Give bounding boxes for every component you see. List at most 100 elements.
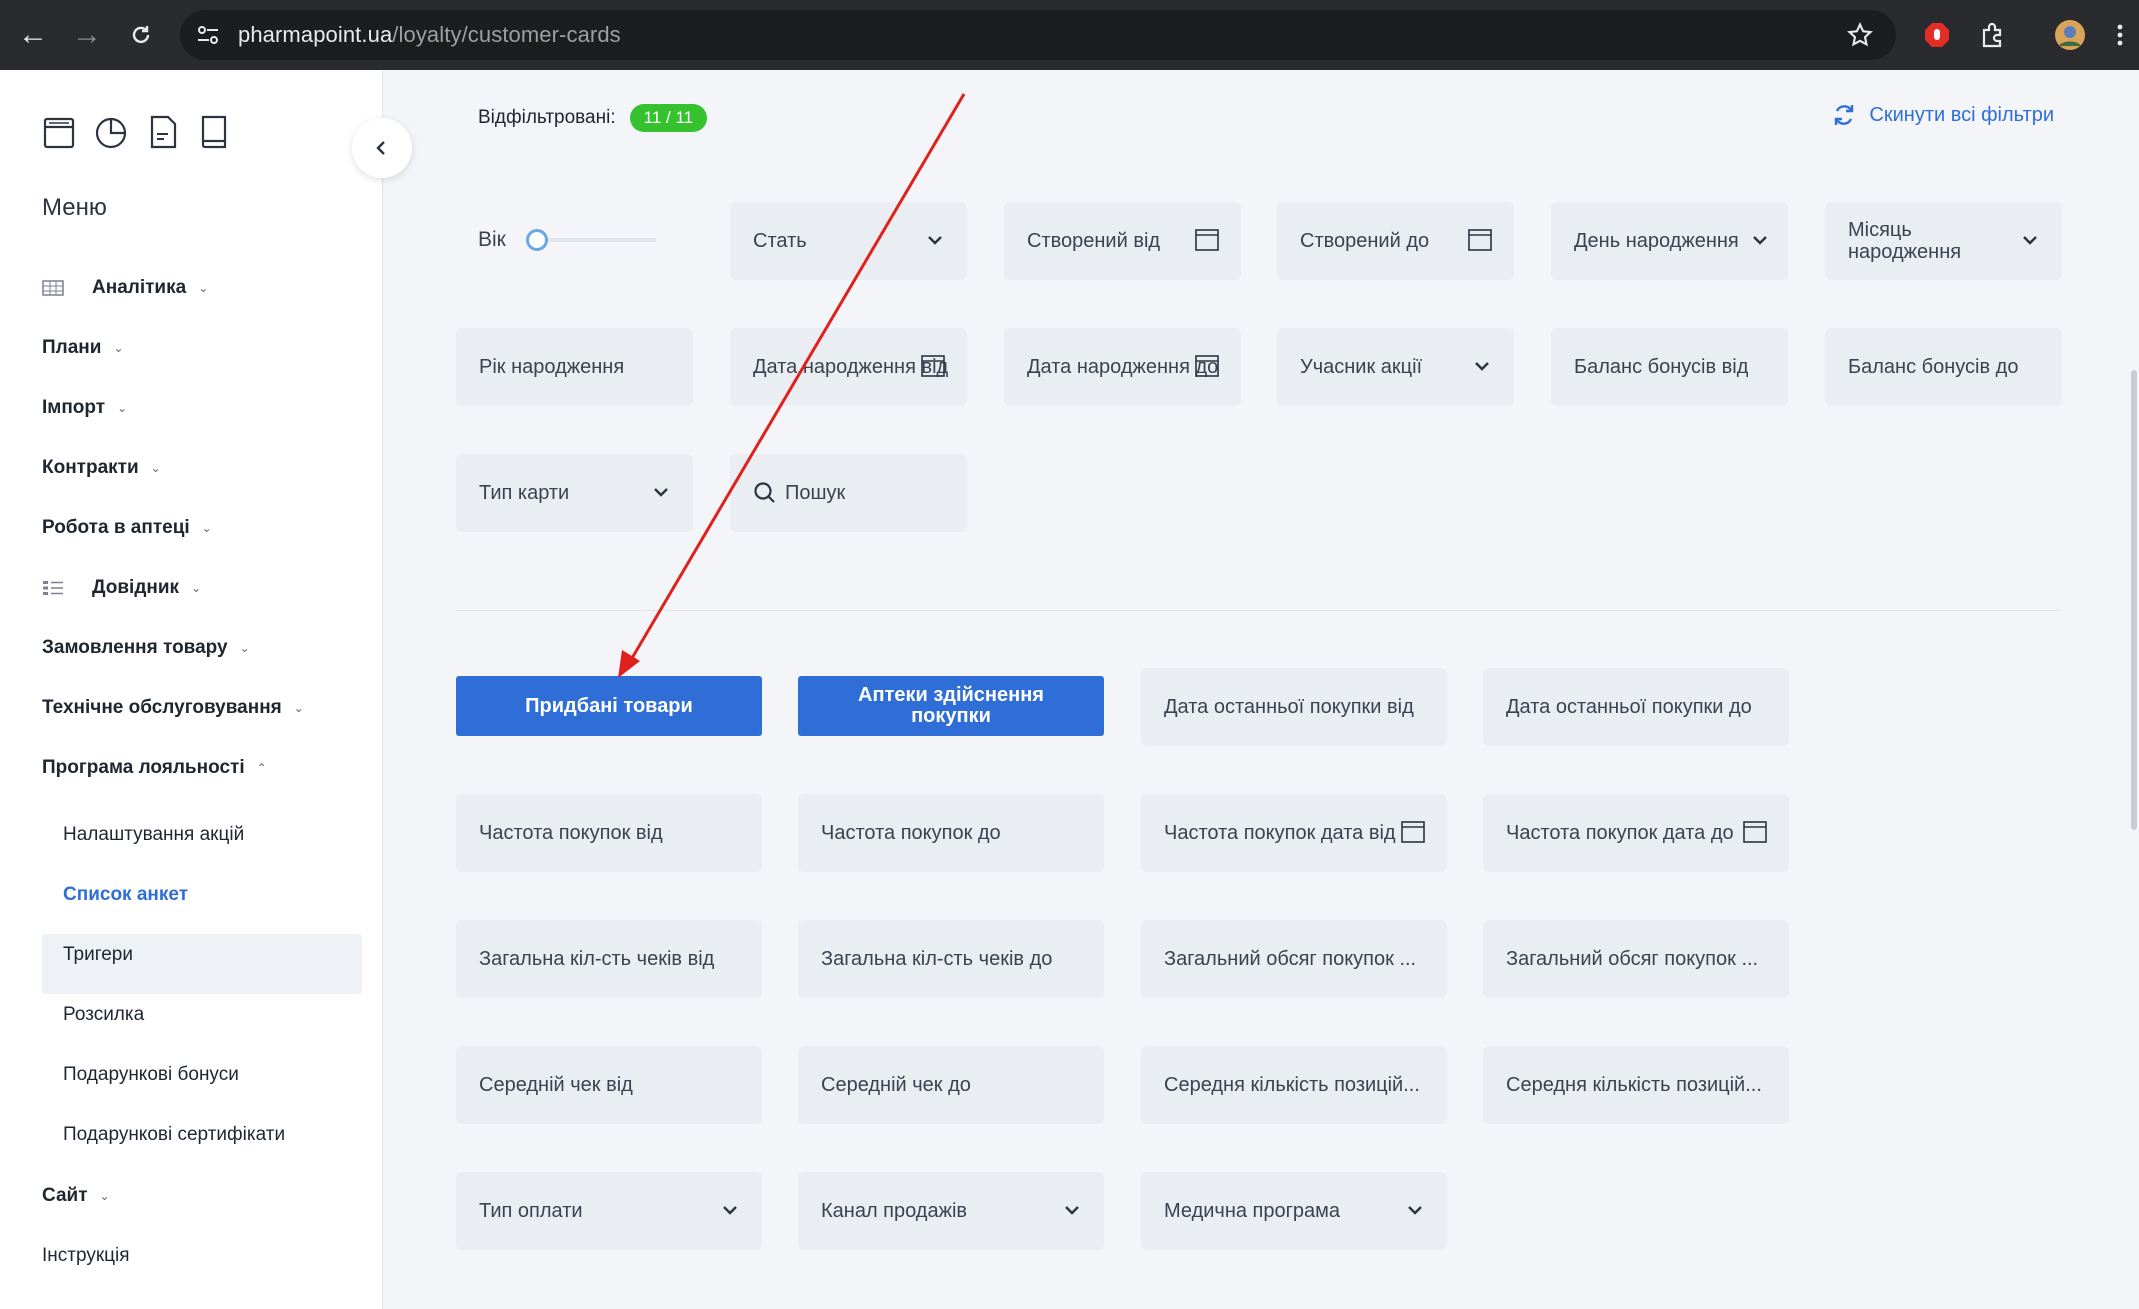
sub-item-gift-bonuses[interactable]: Подарункові бонуси — [63, 1064, 239, 1086]
list-icon — [43, 581, 63, 595]
chevron-down-icon: ⌄ — [150, 461, 161, 475]
age-range-slider[interactable] — [525, 229, 656, 251]
last-purchase-date-to[interactable]: Дата останньої покупки до — [1483, 668, 1789, 746]
search-placeholder: Пошук — [785, 481, 846, 504]
chevron-down-icon: ⌄ — [198, 281, 209, 295]
sidebar-item-orders[interactable]: Замовлення товару ⌄ — [42, 637, 250, 659]
sidebar-item-loyalty[interactable]: Програма лояльності ⌃ — [42, 757, 267, 779]
sidebar-item-site[interactable]: Сайт ⌄ — [42, 1185, 110, 1207]
sidebar-item-label: Замовлення товару — [42, 637, 228, 658]
sidebar-item-analytics[interactable]: Аналітика ⌄ — [42, 277, 208, 299]
sidebar-item-maintenance[interactable]: Технічне обслуговування ⌄ — [42, 697, 304, 719]
refresh-icon — [1835, 105, 1854, 125]
sidebar-item-contracts[interactable]: Контракти ⌄ — [42, 457, 161, 479]
pie-chart-icon[interactable] — [94, 114, 128, 150]
forward-icon[interactable]: → — [60, 8, 114, 62]
calendar-icon[interactable] — [921, 355, 945, 377]
average-check-to[interactable]: Середній чек до — [798, 1046, 1104, 1124]
field-label: Учасник акції — [1300, 355, 1423, 378]
sidebar-item-label: Контракти — [42, 457, 139, 478]
calendar-icon[interactable] — [1743, 821, 1767, 843]
scroll-thumb[interactable] — [2131, 370, 2137, 830]
payment-type-select[interactable]: Тип оплати — [456, 1172, 762, 1250]
sidebar-item-plans[interactable]: Плани ⌄ — [42, 337, 124, 359]
field-label: Середній чек від — [479, 1073, 633, 1096]
age-slider-handle[interactable] — [525, 229, 548, 251]
birth-date-from[interactable]: Дата народження від — [730, 328, 967, 406]
sidebar-item-directory[interactable]: Довідник ⌄ — [42, 577, 201, 599]
field-label: Місяць народження — [1848, 219, 1962, 263]
sidebar-item-label: Інструкція — [42, 1245, 130, 1266]
card-type-select[interactable]: Тип карти — [456, 454, 693, 532]
total-volume-from[interactable]: Загальний обсяг покупок ... — [1141, 920, 1447, 998]
reset-filters-link[interactable]: Скинути всі фільтри — [1831, 102, 2054, 128]
sales-channel-select[interactable]: Канал продажів — [798, 1172, 1104, 1250]
purchase-frequency-from[interactable]: Частота покупок від — [456, 794, 762, 872]
bonus-balance-from[interactable]: Баланс бонусів від — [1551, 328, 1788, 406]
gender-select[interactable]: Стать — [730, 202, 967, 280]
sub-item-triggers[interactable]: Тригери — [63, 944, 133, 966]
birth-date-to[interactable]: Дата народження до — [1004, 328, 1241, 406]
average-positions-to[interactable]: Середня кількість позицій... — [1483, 1046, 1789, 1124]
site-settings-icon[interactable] — [194, 21, 222, 49]
chevron-down-icon: ⌄ — [201, 521, 212, 535]
purchase-frequency-date-to[interactable]: Частота покупок дата до — [1483, 794, 1789, 872]
sub-item-gift-certificates[interactable]: Подарункові сертифікати — [63, 1124, 285, 1146]
bonus-balance-to[interactable]: Баланс бонусів до — [1825, 328, 2062, 406]
calendar-icon[interactable] — [1401, 821, 1425, 843]
search-input[interactable]: Пошук — [730, 454, 967, 532]
total-checks-to[interactable]: Загальна кіл-сть чеків до — [798, 920, 1104, 998]
calendar-icon[interactable] — [1468, 229, 1492, 251]
collapse-sidebar-button[interactable] — [352, 118, 412, 178]
created-from-date[interactable]: Створений від — [1004, 202, 1241, 280]
chevron-up-icon: ⌃ — [256, 761, 267, 775]
store-icon[interactable] — [42, 114, 76, 150]
page-scrollbar[interactable] — [2129, 70, 2139, 1309]
field-label: Загальний обсяг покупок ... — [1164, 947, 1417, 970]
chevron-down-icon: ⌄ — [239, 641, 250, 655]
sidebar-item-pharmacy-work[interactable]: Робота в аптеці ⌄ — [42, 517, 212, 539]
created-to-date[interactable]: Створений до — [1277, 202, 1514, 280]
sub-item-promo-settings[interactable]: Налаштування акцій — [63, 824, 244, 846]
browser-menu-icon[interactable] — [2108, 18, 2132, 52]
sidebar-item-label: Імпорт — [42, 397, 106, 418]
adblock-extension-icon[interactable] — [1920, 18, 1954, 52]
field-label: Частота покупок дата до — [1506, 821, 1734, 844]
purchased-goods-button[interactable]: Придбані товари — [456, 676, 762, 736]
back-icon[interactable]: ← — [6, 8, 60, 62]
purchase-frequency-to[interactable]: Частота покупок до — [798, 794, 1104, 872]
purchase-frequency-date-from[interactable]: Частота покупок дата від — [1141, 794, 1447, 872]
reload-icon[interactable] — [114, 8, 168, 62]
section-divider — [456, 610, 2062, 611]
average-positions-from[interactable]: Середня кількість позицій... — [1141, 1046, 1447, 1124]
reset-filters-label: Скинути всі фільтри — [1869, 103, 2054, 126]
medical-program-select[interactable]: Медична програма — [1141, 1172, 1447, 1250]
sidebar-item-label: Робота в аптеці — [42, 517, 190, 538]
field-label: Канал продажів — [821, 1199, 968, 1222]
calendar-icon[interactable] — [1195, 355, 1219, 377]
extensions-puzzle-icon[interactable] — [1976, 18, 2010, 52]
book-icon[interactable] — [198, 114, 232, 150]
document-icon[interactable] — [146, 114, 180, 150]
birth-month-select[interactable]: Місяць народження — [1825, 202, 2062, 280]
total-checks-from[interactable]: Загальна кіл-сть чеків від — [456, 920, 762, 998]
sub-item-mailing[interactable]: Розсилка — [63, 1004, 144, 1026]
sidebar-item-label: Аналітика — [92, 277, 187, 298]
purchase-pharmacies-button[interactable]: Аптеки здійснення покупки — [798, 676, 1104, 736]
field-label: Загальна кіл-сть чеків до — [821, 947, 1053, 970]
birthday-day-select[interactable]: День народження — [1551, 202, 1788, 280]
last-purchase-date-from[interactable]: Дата останньої покупки від — [1141, 668, 1447, 746]
calendar-icon[interactable] — [1195, 229, 1219, 251]
address-bar[interactable]: pharmapoint.ua/loyalty/customer-cards — [180, 10, 1896, 60]
profile-avatar[interactable] — [2053, 18, 2087, 52]
sidebar-item-import[interactable]: Імпорт ⌄ — [42, 397, 127, 419]
birth-year-input[interactable]: Рік народження — [456, 328, 693, 406]
filtered-count-badge: 11 / 11 — [629, 104, 708, 132]
total-volume-to[interactable]: Загальний обсяг покупок ... — [1483, 920, 1789, 998]
average-check-from[interactable]: Середній чек від — [456, 1046, 762, 1124]
bookmark-star-icon[interactable] — [1846, 21, 1874, 49]
sub-item-questionnaires[interactable]: Список анкет — [63, 884, 188, 906]
sidebar-item-instruction[interactable]: Інструкція — [42, 1245, 130, 1267]
sidebar-item-label: Сайт — [42, 1185, 88, 1206]
promo-participant-select[interactable]: Учасник акції — [1277, 328, 1514, 406]
